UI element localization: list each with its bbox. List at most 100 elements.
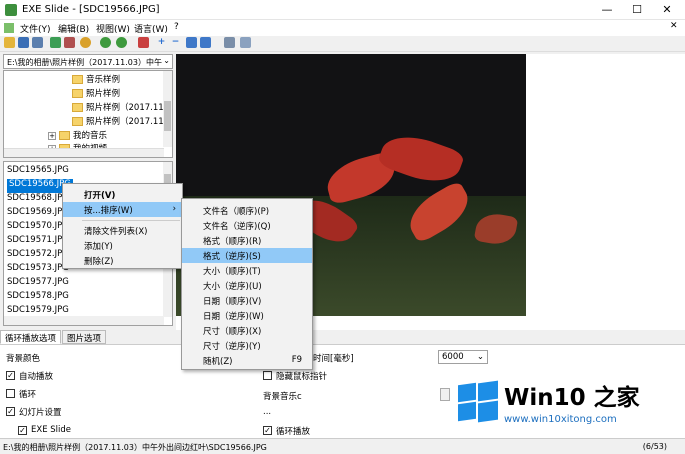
exe-slide-label: EXE Slide: [31, 425, 72, 435]
tab-image-options[interactable]: 图片选项: [62, 330, 107, 344]
folder-icon: [59, 131, 70, 140]
screen-icon[interactable]: [240, 37, 251, 48]
folder-tree[interactable]: 音乐样例 照片样例 照片样例（2017.11... 照片样例（2017.11..…: [3, 70, 173, 158]
interval-label: 时间[毫秒]: [313, 354, 354, 364]
loop-play-label: 循环播放: [276, 427, 311, 437]
slideshow-settings-checkbox[interactable]: ✓: [6, 407, 15, 416]
tree-horizontal-scrollbar[interactable]: [4, 148, 164, 157]
image-icon[interactable]: [50, 37, 61, 48]
inner-close-button[interactable]: ✕: [670, 21, 678, 31]
save-icon[interactable]: [18, 37, 29, 48]
hide-cursor-label: 隐藏鼠标指针: [276, 372, 328, 382]
menu-item-sort-by[interactable]: 按...排序(W) ›: [63, 202, 182, 217]
remove-icon[interactable]: −: [170, 37, 181, 48]
file-item[interactable]: SDC19578.JPG: [7, 291, 69, 305]
background-music-label: 背景音乐c: [263, 392, 302, 402]
menu-item-sort-dimension-asc[interactable]: 尺寸（顺序)(X): [182, 323, 312, 338]
menu-item-delete[interactable]: 删除(Z): [63, 253, 182, 268]
filelist-horizontal-scrollbar[interactable]: [4, 316, 164, 325]
menu-item-sort-format-asc[interactable]: 格式（顺序)(R): [182, 233, 312, 248]
right-icon[interactable]: [200, 37, 211, 48]
menu-item-sort-random[interactable]: 随机(Z) F9: [182, 353, 312, 368]
folder-path-combobox[interactable]: E:\我的相册\照片样例（2017.11.03）中午 ⌄: [3, 54, 173, 69]
expand-icon[interactable]: +: [48, 131, 56, 140]
exe-slide-checkbox[interactable]: ✓: [18, 426, 27, 435]
file-item[interactable]: SDC19569.JPG: [7, 207, 69, 221]
file-item[interactable]: SDC19577.JPG: [7, 277, 69, 291]
status-bar: E:\我的相册\照片样例（2017.11.03）中午外出间边红叶\SDC1956…: [0, 438, 685, 454]
minimize-button[interactable]: —: [592, 0, 622, 20]
file-item[interactable]: SDC19568.JPG: [7, 193, 69, 207]
tree-item[interactable]: 照片样例: [72, 87, 120, 101]
scrollbar-thumb[interactable]: [164, 101, 171, 131]
menu-item-sort-dimension-desc[interactable]: 尺寸（逆序)(Y): [182, 338, 312, 353]
grid-icon[interactable]: [224, 37, 235, 48]
windows-logo-pane: [458, 401, 476, 422]
cut-icon[interactable]: [64, 37, 75, 48]
folder-open-icon[interactable]: [4, 37, 15, 48]
folder-icon: [72, 103, 83, 112]
menu-help[interactable]: ?: [174, 22, 179, 32]
menu-file[interactable]: 文件(Y): [20, 22, 51, 35]
tree-vertical-scrollbar[interactable]: [163, 71, 172, 147]
forward-icon[interactable]: [116, 37, 127, 48]
sort-submenu: 文件名（顺序)(P) 文件名（逆序)(Q) 格式（顺序)(R) 格式（逆序)(S…: [181, 198, 313, 370]
menu-item-sort-size-asc[interactable]: 大小（顺序)(T): [182, 263, 312, 278]
folder-icon: [72, 89, 83, 98]
menu-item-sort-name-asc[interactable]: 文件名（顺序)(P): [182, 203, 312, 218]
menu-separator: [82, 220, 180, 221]
tab-loop-options[interactable]: 循环播放选项: [0, 330, 62, 344]
menu-item-sort-date-asc[interactable]: 日期（顺序)(V): [182, 293, 312, 308]
hide-cursor-checkbox[interactable]: [263, 371, 272, 380]
maximize-button[interactable]: ☐: [622, 0, 652, 20]
menu-item-sort-format-desc[interactable]: 格式（逆序)(S): [182, 248, 312, 263]
menu-view[interactable]: 视图(W): [96, 22, 130, 35]
menu-item-clear-list[interactable]: 清除文件列表(X): [63, 223, 182, 238]
close-button[interactable]: ✕: [652, 0, 682, 20]
chevron-down-icon[interactable]: ⌄: [477, 352, 484, 362]
menu-item-add[interactable]: 添加(Y): [63, 238, 182, 253]
chevron-down-icon[interactable]: ⌄: [163, 56, 170, 65]
left-icon[interactable]: [186, 37, 197, 48]
windows-logo-icon: [458, 380, 498, 423]
tree-item[interactable]: 音乐样例: [72, 73, 120, 87]
tree-item[interactable]: 照片样例（2017.11...: [72, 101, 172, 115]
folder-icon: [72, 117, 83, 126]
menu-language[interactable]: 语言(W): [134, 22, 168, 35]
file-item[interactable]: SDC19573.JPG: [7, 263, 69, 277]
file-item[interactable]: SDC19570.JPG: [7, 221, 69, 235]
background-color-label: 背景颜色: [6, 354, 41, 364]
folder-path-value: E:\我的相册\照片样例（2017.11.03）中午: [7, 58, 162, 67]
file-item[interactable]: SDC19572.JPG: [7, 249, 69, 263]
ellipsis-text: ...: [263, 407, 272, 417]
menu-bar: 文件(Y) 编辑(B) 视图(W) 语言(W) ? ✕: [0, 20, 685, 36]
back-icon[interactable]: [100, 37, 111, 48]
file-item[interactable]: SDC19565.JPG: [7, 165, 69, 179]
menu-item-sort-size-desc[interactable]: 大小（逆序)(U): [182, 278, 312, 293]
add-icon[interactable]: +: [156, 37, 167, 48]
loop-checkbox[interactable]: [6, 389, 15, 398]
menu-edit[interactable]: 编辑(B): [58, 22, 89, 35]
menu-app-icon: [4, 23, 14, 33]
autoplay-label: 自动播放: [19, 372, 54, 382]
menu-item-sort-date-desc[interactable]: 日期（逆序)(W): [182, 308, 312, 323]
loop-play-checkbox[interactable]: ✓: [263, 426, 272, 435]
play-icon[interactable]: [80, 37, 91, 48]
windows-logo-pane: [478, 400, 498, 423]
file-item[interactable]: SDC19571.JPG: [7, 235, 69, 249]
interval-value: 6000: [442, 352, 464, 362]
watermark-logo: Win10 之家 www.win10xitong.com: [452, 372, 685, 438]
menu-item-open[interactable]: 打开(V): [63, 187, 182, 202]
chevron-right-icon: ›: [172, 204, 176, 214]
watermark-url: www.win10xitong.com: [504, 414, 617, 425]
tree-item[interactable]: 照片样例（2017.11...: [72, 115, 172, 129]
delete-icon[interactable]: [138, 37, 149, 48]
window-icon[interactable]: [32, 37, 43, 48]
app-icon: [5, 4, 17, 16]
menu-item-sort-name-desc[interactable]: 文件名（逆序)(Q): [182, 218, 312, 233]
tree-item[interactable]: + 我的音乐: [48, 129, 107, 143]
browse-button[interactable]: [440, 388, 450, 401]
interval-select[interactable]: 6000 ⌄: [438, 350, 488, 364]
toolbar: + −: [0, 36, 685, 52]
autoplay-checkbox[interactable]: ✓: [6, 371, 15, 380]
